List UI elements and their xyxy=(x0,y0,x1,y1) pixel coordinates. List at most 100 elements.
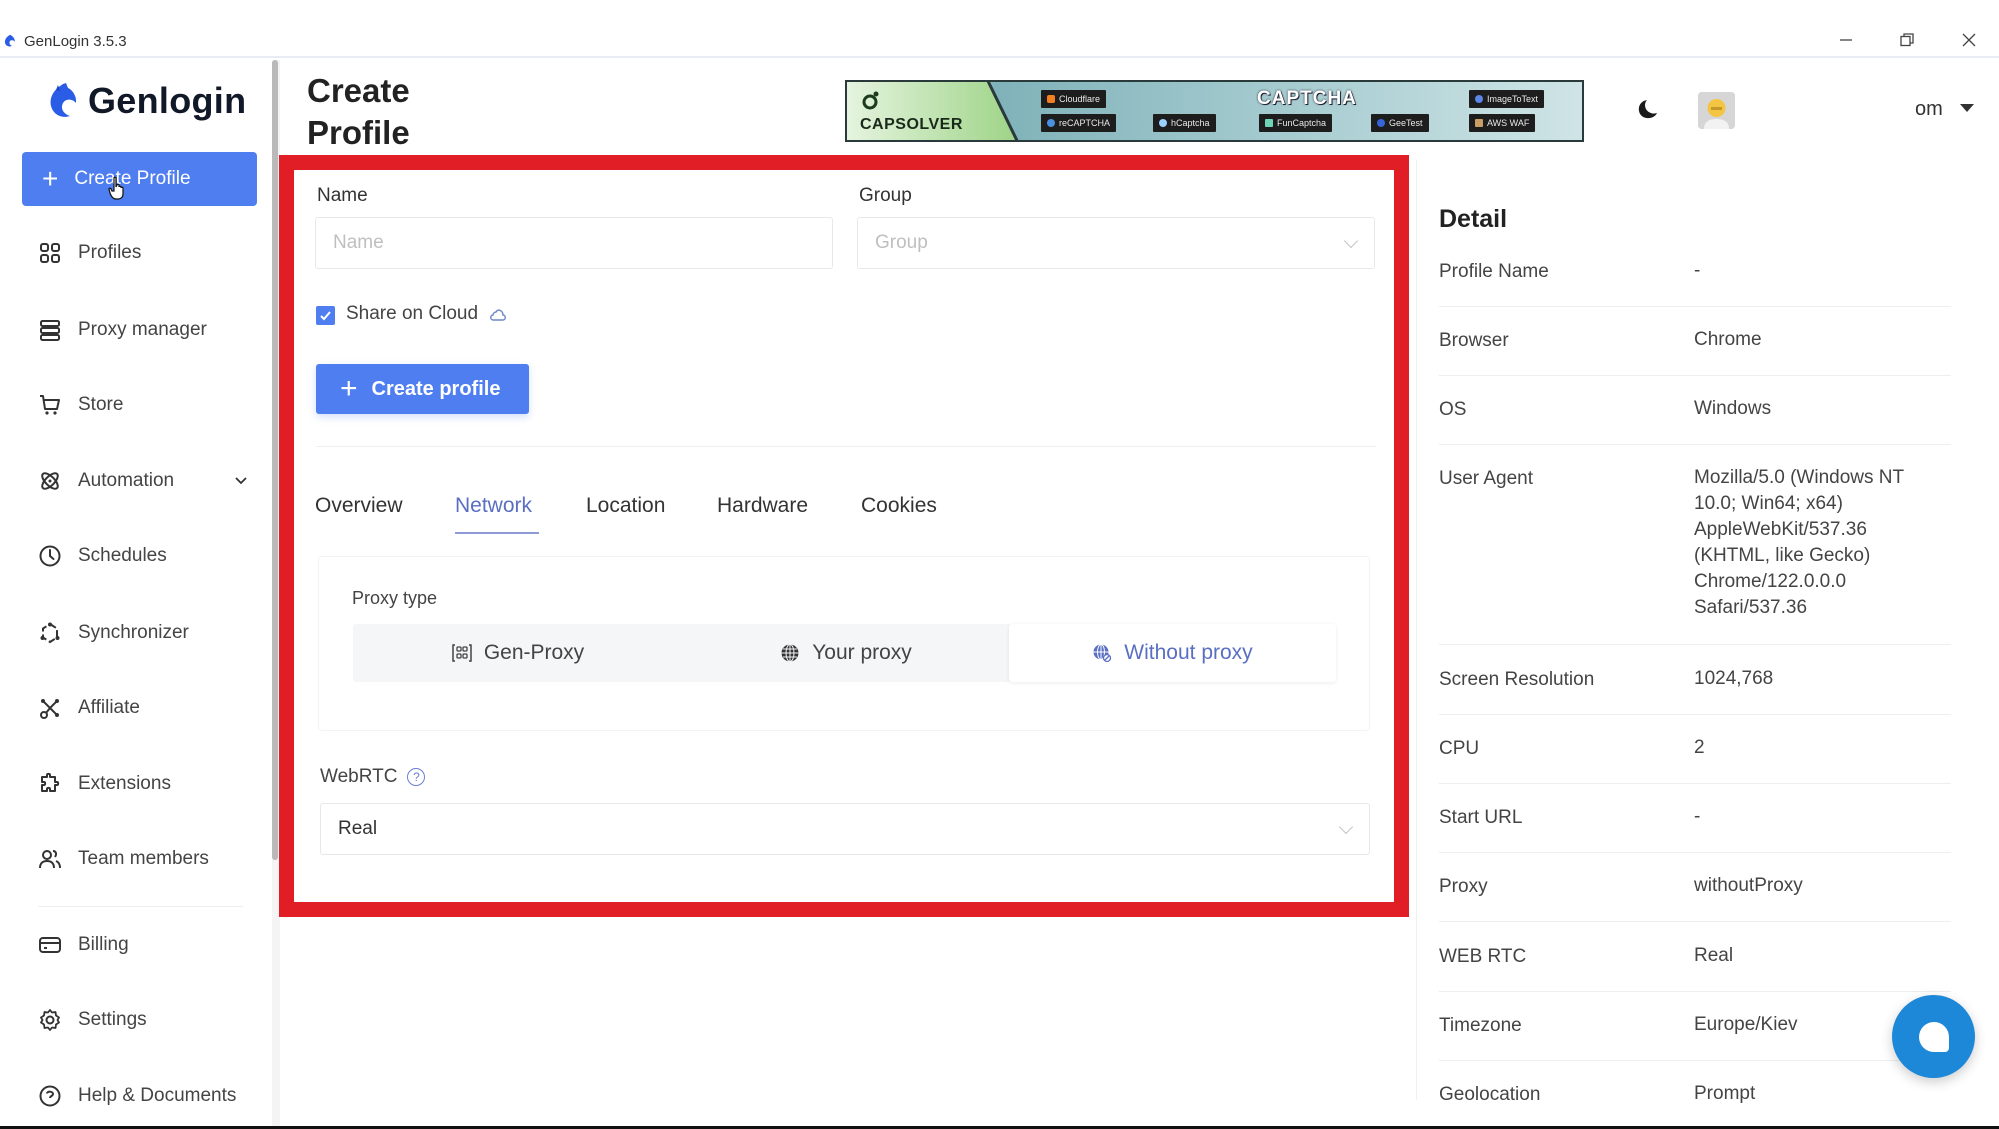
close-icon[interactable] xyxy=(1957,28,1981,52)
active-tab-indicator xyxy=(455,532,539,534)
create-profile-button[interactable]: + Create profile xyxy=(316,364,529,414)
detail-row-timezone: Timezone Europe/Kiev xyxy=(1439,1012,1951,1061)
sidebar-item-proxy-manager[interactable]: Proxy manager xyxy=(38,312,248,348)
tab-hardware[interactable]: Hardware xyxy=(717,494,808,518)
tab-overview[interactable]: Overview xyxy=(315,494,403,518)
sync-icon xyxy=(40,622,60,644)
proxy-option-gen-proxy[interactable]: Gen-Proxy xyxy=(353,624,683,682)
gen-proxy-icon xyxy=(452,644,472,662)
tab-cookies[interactable]: Cookies xyxy=(861,494,937,518)
affiliate-icon xyxy=(40,699,59,719)
sidebar-item-settings[interactable]: Settings xyxy=(38,1002,248,1038)
detail-value: Prompt xyxy=(1694,1083,1756,1104)
detail-key: Geolocation xyxy=(1439,1084,1541,1105)
detail-row-profile-name: Profile Name - xyxy=(1439,258,1951,307)
detail-row-start-url: Start URL - xyxy=(1439,804,1951,853)
capsolver-ad-banner[interactable]: CAPSOLVER CAPTCHA Cloudflare reCAPTCHA h… xyxy=(845,80,1584,142)
restore-icon[interactable] xyxy=(1895,28,1919,52)
gear-icon xyxy=(40,1009,60,1031)
sidebar-item-automation[interactable]: Automation xyxy=(38,463,248,499)
page-title-line1: Create xyxy=(307,72,410,109)
caret-down-icon[interactable] xyxy=(1960,104,1974,112)
detail-key: Screen Resolution xyxy=(1439,669,1595,690)
group-select[interactable]: Group xyxy=(857,217,1375,269)
atom-icon xyxy=(41,472,59,490)
sidebar-item-team-members[interactable]: Team members xyxy=(38,841,248,877)
sidebar-scrollbar[interactable] xyxy=(272,60,278,860)
proxy-option-label: Gen-Proxy xyxy=(483,641,585,664)
server-icon xyxy=(40,320,60,341)
globe-off-icon xyxy=(1093,644,1112,663)
detail-row-browser: Browser Chrome xyxy=(1439,327,1951,376)
sidebar-item-label: Affiliate xyxy=(78,697,140,718)
webrtc-select-value: Real xyxy=(338,818,378,839)
group-label: Group xyxy=(859,185,912,206)
detail-row-os: OS Windows xyxy=(1439,396,1951,445)
webrtc-select[interactable]: Real xyxy=(320,803,1370,855)
sidebar-item-schedules[interactable]: Schedules xyxy=(38,538,248,574)
sidebar-item-extensions[interactable]: Extensions xyxy=(38,766,248,802)
detail-value: Windows xyxy=(1694,398,1772,419)
sidebar-item-profiles[interactable]: Profiles xyxy=(38,235,248,271)
proxy-option-without-proxy[interactable]: Without proxy xyxy=(1009,624,1336,682)
detail-value: - xyxy=(1694,806,1701,827)
detail-key: WEB RTC xyxy=(1439,946,1527,967)
sidebar-item-label: Proxy manager xyxy=(78,319,207,340)
chevron-down-icon[interactable] xyxy=(234,474,248,488)
chat-support-button[interactable] xyxy=(1892,995,1975,1078)
sidebar-item-label: Extensions xyxy=(78,773,171,794)
avatar[interactable] xyxy=(1698,92,1735,129)
proxy-option-your-proxy[interactable]: Your proxy xyxy=(683,624,1009,682)
webrtc-label-row: WebRTC ? xyxy=(320,766,426,788)
user-name[interactable]: om xyxy=(1915,98,1943,121)
question-circle-icon[interactable]: ? xyxy=(407,768,426,786)
proxy-type-label: Proxy type xyxy=(352,588,438,608)
tab-network[interactable]: Network xyxy=(455,494,532,518)
banner-chip: FunCaptcha xyxy=(1259,114,1333,132)
chat-bubble-icon xyxy=(1918,1021,1949,1052)
sidebar-item-label: Automation xyxy=(78,470,175,491)
name-input[interactable]: Name xyxy=(315,217,833,269)
sidebar-item-billing[interactable]: Billing xyxy=(38,927,248,963)
group-select-placeholder: Group xyxy=(875,232,928,253)
name-input-placeholder: Name xyxy=(333,232,384,253)
detail-value: 2 xyxy=(1694,737,1705,758)
detail-key: CPU xyxy=(1439,738,1480,759)
chevron-down-icon xyxy=(1338,819,1354,835)
sidebar-item-help-documents[interactable]: Help & Documents xyxy=(38,1078,248,1114)
banner-chip: ImageToText xyxy=(1469,90,1545,108)
genlogin-app-icon xyxy=(4,34,15,47)
webrtc-label: WebRTC xyxy=(320,766,398,787)
detail-value: - xyxy=(1694,260,1701,281)
detail-value: 1024,768 xyxy=(1694,668,1774,689)
sidebar-item-synchronizer[interactable]: Synchronizer xyxy=(38,615,248,651)
banner-chip: GeeTest xyxy=(1371,114,1429,132)
detail-key: OS xyxy=(1439,399,1467,420)
plus-icon: + xyxy=(340,372,358,405)
sidebar-item-label: Schedules xyxy=(78,545,167,566)
capsolver-logo-icon xyxy=(862,91,879,110)
detail-key: Browser xyxy=(1439,330,1509,351)
banner-chip: hCaptcha xyxy=(1153,114,1216,132)
detail-panel-divider xyxy=(1416,160,1417,1100)
detail-row-screen-resolution: Screen Resolution 1024,768 xyxy=(1439,666,1951,715)
banner-chip: AWS WAF xyxy=(1469,114,1536,132)
chevron-down-icon xyxy=(1343,233,1359,249)
minimize-icon[interactable] xyxy=(1834,28,1858,52)
globe-icon xyxy=(781,644,799,662)
sidebar-item-label: Settings xyxy=(78,1009,147,1030)
sidebar-create-profile-button[interactable]: + Create Profile xyxy=(22,152,257,206)
detail-value: Real xyxy=(1694,945,1734,966)
sidebar-item-store[interactable]: Store xyxy=(38,387,248,423)
moon-icon[interactable] xyxy=(1633,97,1659,123)
tab-location[interactable]: Location xyxy=(586,494,665,518)
share-on-cloud-checkbox[interactable] xyxy=(316,306,335,325)
banner-chip: reCAPTCHA xyxy=(1041,114,1117,132)
share-on-cloud-label[interactable]: Share on Cloud xyxy=(346,303,478,325)
detail-value: Mozilla/5.0 (Windows NT 10.0; Win64; x64… xyxy=(1694,467,1904,618)
banner-chip: Cloudflare xyxy=(1041,90,1107,108)
sidebar-item-label: Help & Documents xyxy=(78,1085,237,1106)
name-label: Name xyxy=(317,185,368,206)
sidebar-item-affiliate[interactable]: Affiliate xyxy=(38,690,248,726)
cloud-icon xyxy=(490,309,506,321)
